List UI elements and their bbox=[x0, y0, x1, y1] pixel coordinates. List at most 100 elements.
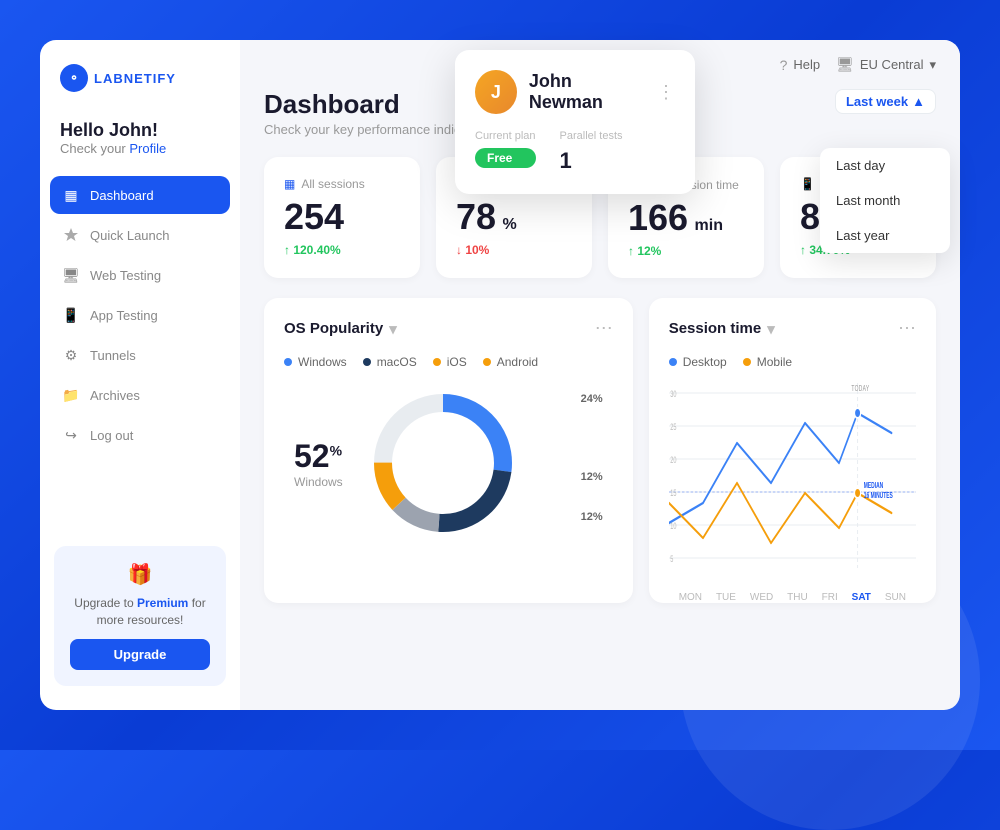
day-mon: MON bbox=[679, 592, 702, 603]
bottom-charts: OS Popularity ▾ ⋯ Windows macO bbox=[264, 298, 936, 603]
dropdown-last-day[interactable]: Last day bbox=[820, 148, 950, 183]
sidebar-item-label: Log out bbox=[90, 428, 133, 443]
donut-chart bbox=[363, 383, 523, 543]
svg-text:10: 10 bbox=[670, 521, 676, 532]
sidebar-item-label: Tunnels bbox=[90, 348, 136, 363]
quick-launch-icon bbox=[62, 226, 80, 244]
desktop-dot bbox=[669, 358, 677, 366]
donut-stats: 52% Windows bbox=[294, 438, 343, 489]
help-button[interactable]: ? Help bbox=[780, 57, 821, 73]
stat-change-sessiontime: ↑ 12% bbox=[628, 244, 744, 258]
profile-name: John Newman bbox=[529, 71, 645, 113]
sidebar-item-label: App Testing bbox=[90, 308, 158, 323]
profile-link[interactable]: Profile bbox=[129, 141, 166, 156]
day-sat: SAT bbox=[852, 592, 871, 603]
stat-label-sessions: ▦ All sessions bbox=[284, 177, 400, 191]
legend-desktop: Desktop bbox=[669, 355, 727, 369]
sidebar: ⚬ LABNETIFY Hello John! Check your Profi… bbox=[40, 40, 240, 710]
profile-header: J John Newman ⋮ bbox=[475, 70, 675, 114]
android-dot bbox=[483, 358, 491, 366]
sidebar-item-label: Archives bbox=[90, 388, 140, 403]
sidebar-item-label: Dashboard bbox=[90, 188, 154, 203]
upgrade-button[interactable]: Upgrade bbox=[70, 639, 210, 670]
sidebar-item-dashboard[interactable]: ▦ Dashboard bbox=[50, 176, 230, 214]
stat-value-sessions: 254 bbox=[284, 199, 400, 235]
sidebar-greeting: Hello John! Check your Profile bbox=[40, 112, 240, 176]
legend-android: Android bbox=[483, 355, 538, 369]
donut-main-value: 52% bbox=[294, 438, 343, 475]
session-chart-menu-icon[interactable]: ⋯ bbox=[898, 318, 916, 339]
legend-windows: Windows bbox=[284, 355, 347, 369]
tunnels-icon: ⚙ bbox=[62, 346, 80, 364]
sidebar-item-logout[interactable]: ↪ Log out bbox=[50, 416, 230, 454]
sidebar-item-app-testing[interactable]: 📱 App Testing bbox=[50, 296, 230, 334]
sidebar-item-label: Web Testing bbox=[90, 268, 161, 283]
stat-value-passrate: 78 % bbox=[456, 199, 572, 235]
windows-dot bbox=[284, 358, 292, 366]
day-labels: MON TUE WED THU FRI SAT SUN bbox=[669, 592, 916, 603]
os-legend: Windows macOS iOS Android bbox=[284, 355, 613, 369]
dashboard-icon: ▦ bbox=[62, 186, 80, 204]
profile-menu-dots[interactable]: ⋮ bbox=[657, 82, 675, 103]
svg-text:15: 15 bbox=[670, 488, 676, 499]
region-selector[interactable]: 🖥 EU Central ▾ bbox=[836, 56, 936, 73]
premium-link[interactable]: Premium bbox=[137, 596, 188, 610]
period-dropdown: Last day Last month Last year bbox=[820, 148, 950, 253]
svg-text:TODAY: TODAY bbox=[851, 385, 869, 393]
logo: ⚬ LABNETIFY bbox=[40, 64, 240, 112]
upgrade-icon: 🎁 bbox=[70, 562, 210, 587]
chevron-down-icon: ▾ bbox=[929, 57, 936, 73]
os-popularity-card: OS Popularity ▾ ⋯ Windows macO bbox=[264, 298, 633, 603]
sidebar-item-archives[interactable]: 📁 Archives bbox=[50, 376, 230, 414]
svg-text:30: 30 bbox=[670, 389, 676, 400]
os-chart-menu-icon[interactable]: ⋯ bbox=[595, 318, 613, 339]
dropdown-last-month[interactable]: Last month bbox=[820, 183, 950, 218]
legend-ios: iOS bbox=[433, 355, 467, 369]
sessions-icon: ▦ bbox=[284, 177, 295, 191]
day-fri: FRI bbox=[822, 592, 838, 603]
logo-text: LABNETIFY bbox=[94, 71, 176, 86]
day-sun: SUN bbox=[885, 592, 906, 603]
archives-icon: 📁 bbox=[62, 386, 80, 404]
stat-change-sessions: ↑ 120.40% bbox=[284, 243, 400, 257]
help-icon: ? bbox=[780, 57, 788, 73]
session-chart-header: Session time ▾ ⋯ bbox=[669, 318, 916, 339]
sidebar-item-quick-launch[interactable]: Quick Launch bbox=[50, 216, 230, 254]
session-legend: Desktop Mobile bbox=[669, 355, 916, 369]
mobile-chart-dot bbox=[743, 358, 751, 366]
nav-menu: ▦ Dashboard Quick Launch 🖥 Web Testing 📱… bbox=[40, 176, 240, 536]
stat-card-sessions: ▦ All sessions 254 ↑ 120.40% bbox=[264, 157, 420, 278]
day-thu: THU bbox=[787, 592, 808, 603]
svg-text:20: 20 bbox=[670, 455, 676, 466]
app-testing-icon: 📱 bbox=[62, 306, 80, 324]
day-wed: WED bbox=[750, 592, 773, 603]
upgrade-card: 🎁 Upgrade to Premium for more resources!… bbox=[54, 546, 226, 686]
upgrade-text: Upgrade to Premium for more resources! bbox=[70, 595, 210, 629]
plan-badge: Free bbox=[475, 148, 536, 168]
legend-macos: macOS bbox=[363, 355, 417, 369]
profile-popup: J John Newman ⋮ Current plan Free Parall… bbox=[455, 50, 695, 194]
legend-mobile: Mobile bbox=[743, 355, 792, 369]
chevron-down-icon: ▾ bbox=[767, 320, 775, 338]
profile-avatar: J bbox=[475, 70, 517, 114]
plan-parallel: Parallel tests 1 bbox=[560, 130, 623, 174]
mobile-icon: 📱 bbox=[800, 177, 815, 191]
sidebar-item-web-testing[interactable]: 🖥 Web Testing bbox=[50, 256, 230, 294]
ios-dot bbox=[433, 358, 441, 366]
parallel-value: 1 bbox=[560, 148, 623, 174]
period-selector[interactable]: Last week ▲ bbox=[835, 89, 936, 114]
macos-dot bbox=[363, 358, 371, 366]
profile-plan-row: Current plan Free Parallel tests 1 bbox=[475, 130, 675, 174]
os-chart-title: OS Popularity ▾ bbox=[284, 320, 397, 338]
region-icon: 🖥 bbox=[836, 56, 854, 73]
chevron-down-icon: ▾ bbox=[389, 320, 397, 338]
stat-change-passrate: ↓ 10% bbox=[456, 243, 572, 257]
stat-value-sessiontime: 166 min bbox=[628, 200, 744, 236]
logout-icon: ↪ bbox=[62, 426, 80, 444]
donut-section: 52% Windows bbox=[284, 383, 613, 543]
session-time-card: Session time ▾ ⋯ Desktop Mobile bbox=[649, 298, 936, 603]
sidebar-item-label: Quick Launch bbox=[90, 228, 170, 243]
greeting-hello: Hello John! bbox=[60, 120, 220, 141]
sidebar-item-tunnels[interactable]: ⚙ Tunnels bbox=[50, 336, 230, 374]
dropdown-last-year[interactable]: Last year bbox=[820, 218, 950, 253]
